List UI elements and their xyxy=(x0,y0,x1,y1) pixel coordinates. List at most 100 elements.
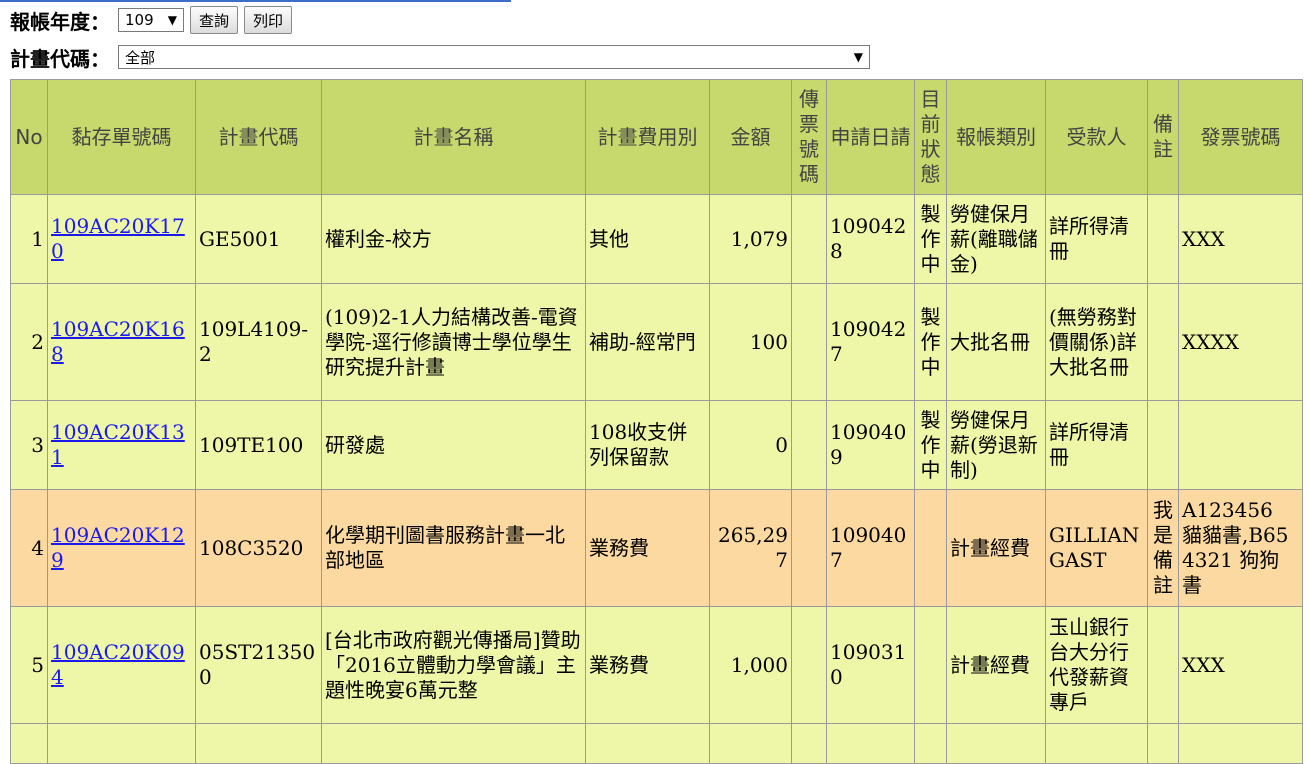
cell-note xyxy=(1147,283,1179,401)
cell-payee: GILLIAN GAST xyxy=(1045,489,1148,607)
cell-code: 108C3520 xyxy=(195,489,322,607)
cell-ticket xyxy=(791,489,827,607)
cell-type: 計畫經費 xyxy=(946,606,1046,724)
cell-ticket xyxy=(791,194,827,284)
cell-code: 109TE100 xyxy=(195,400,322,490)
cell-type: 大批名冊 xyxy=(946,283,1046,401)
voucher-link[interactable]: 109AC20K170 xyxy=(51,214,185,263)
table-row: 2 109AC20K168 109L4109-2 (109)2-1人力結構改善-… xyxy=(10,283,1303,401)
cell-fee: 108收支併列保留款 xyxy=(585,400,710,490)
print-button[interactable]: 列印 xyxy=(244,6,293,34)
col-header-invoice: 發票號碼 xyxy=(1178,79,1303,195)
cell-voucher: 109AC20K129 xyxy=(47,489,196,607)
cell-name xyxy=(321,723,586,764)
cell-name: 化學期刊圖書服務計畫一北部地區 xyxy=(321,489,586,607)
cell-status xyxy=(914,723,947,764)
cell-ticket xyxy=(791,283,827,401)
year-select[interactable]: 109 ▼ xyxy=(118,8,184,32)
table-row: 1 109AC20K170 GE5001 權利金-校方 其他 1,079 109… xyxy=(10,194,1303,284)
cell-type: 計畫經費 xyxy=(946,489,1046,607)
cell-invoice xyxy=(1178,400,1303,490)
cell-date xyxy=(826,723,915,764)
col-header-fee: 計畫費用別 xyxy=(585,79,710,195)
table-header-row: No 黏存單號碼 計畫代碼 計畫名稱 計畫費用別 金額 傳票號碼 申請日請 目前… xyxy=(10,79,1303,195)
query-button[interactable]: 查詢 xyxy=(190,6,239,34)
cell-invoice: XXX xyxy=(1178,194,1303,284)
cell-name: 權利金-校方 xyxy=(321,194,586,284)
dropdown-arrow-icon: ▼ xyxy=(853,50,863,64)
cell-voucher xyxy=(47,723,196,764)
table-row: 4 109AC20K129 108C3520 化學期刊圖書服務計畫一北部地區 業… xyxy=(10,489,1303,607)
cell-voucher: 109AC20K170 xyxy=(47,194,196,284)
cell-payee: 詳所得清冊 xyxy=(1045,194,1148,284)
cell-status xyxy=(914,606,947,724)
cell-code: GE5001 xyxy=(195,194,322,284)
col-header-payee: 受款人 xyxy=(1045,79,1148,195)
cell-note xyxy=(1147,723,1179,764)
cell-invoice: A123456 貓貓書,B654321 狗狗書 xyxy=(1178,489,1303,607)
voucher-link[interactable]: 109AC20K094 xyxy=(51,640,185,689)
cell-note xyxy=(1147,194,1179,284)
cell-no: 3 xyxy=(10,400,48,490)
voucher-link[interactable]: 109AC20K131 xyxy=(51,420,185,469)
cell-payee: 玉山銀行台大分行代發薪資專戶 xyxy=(1045,606,1148,724)
cell-voucher: 109AC20K131 xyxy=(47,400,196,490)
cell-type: 勞健保月薪(離職儲金) xyxy=(946,194,1046,284)
cell-payee: 詳所得清冊 xyxy=(1045,400,1148,490)
col-header-type: 報帳類別 xyxy=(946,79,1046,195)
voucher-link[interactable]: 109AC20K129 xyxy=(51,523,185,572)
cell-no: 4 xyxy=(10,489,48,607)
cell-payee: (無勞務對價關係)詳大批名冊 xyxy=(1045,283,1148,401)
year-label: 報帳年度： xyxy=(10,9,110,34)
col-header-code: 計畫代碼 xyxy=(195,79,322,195)
col-header-status: 目前狀態 xyxy=(914,79,947,195)
cell-note xyxy=(1147,606,1179,724)
plan-select[interactable]: 全部 ▼ xyxy=(118,45,870,69)
top-accent-line xyxy=(0,0,511,2)
voucher-link[interactable]: 109AC20K168 xyxy=(51,317,185,366)
col-header-name: 計畫名稱 xyxy=(321,79,586,195)
cell-fee: 業務費 xyxy=(585,606,710,724)
cell-status: 製作中 xyxy=(914,400,947,490)
cell-no: 2 xyxy=(10,283,48,401)
year-filter-bar: 報帳年度： 109 ▼ 查詢 列印 xyxy=(10,5,293,35)
cell-fee: 業務費 xyxy=(585,489,710,607)
cell-no: 1 xyxy=(10,194,48,284)
cell-date: 1090310 xyxy=(826,606,915,724)
col-header-amount: 金額 xyxy=(709,79,792,195)
cell-voucher: 109AC20K168 xyxy=(47,283,196,401)
cell-note: 我是備註 xyxy=(1147,489,1179,607)
cell-invoice xyxy=(1178,723,1303,764)
cell-status: 製作中 xyxy=(914,283,947,401)
cell-date: 1090407 xyxy=(826,489,915,607)
plan-select-value: 全部 xyxy=(125,48,156,67)
table-row: 3 109AC20K131 109TE100 研發處 108收支併列保留款 0 … xyxy=(10,400,1303,490)
cell-amount: 265,297 xyxy=(709,489,792,607)
voucher-table: No 黏存單號碼 計畫代碼 計畫名稱 計畫費用別 金額 傳票號碼 申請日請 目前… xyxy=(10,79,1303,764)
cell-fee: 其他 xyxy=(585,194,710,284)
plan-label: 計畫代碼： xyxy=(10,46,110,71)
cell-invoice: XXX xyxy=(1178,606,1303,724)
cell-amount: 1,079 xyxy=(709,194,792,284)
cell-date: 1090427 xyxy=(826,283,915,401)
cell-code xyxy=(195,723,322,764)
cell-amount xyxy=(709,723,792,764)
col-header-note: 備註 xyxy=(1147,79,1179,195)
col-header-no: No xyxy=(10,79,48,195)
cell-date: 1090428 xyxy=(826,194,915,284)
cell-status xyxy=(914,489,947,607)
cell-date: 1090409 xyxy=(826,400,915,490)
cell-code: 109L4109-2 xyxy=(195,283,322,401)
dropdown-arrow-icon: ▼ xyxy=(167,13,177,27)
cell-fee: 補助-經常門 xyxy=(585,283,710,401)
cell-code: 05ST213500 xyxy=(195,606,322,724)
cell-no xyxy=(10,723,48,764)
cell-voucher: 109AC20K094 xyxy=(47,606,196,724)
plan-filter-bar: 計畫代碼： 全部 ▼ xyxy=(10,43,870,71)
col-header-date: 申請日請 xyxy=(826,79,915,195)
cell-name: 研發處 xyxy=(321,400,586,490)
cell-ticket xyxy=(791,606,827,724)
cell-invoice: XXXX xyxy=(1178,283,1303,401)
table-row-partial xyxy=(10,723,1303,764)
cell-type: 勞健保月薪(勞退新制) xyxy=(946,400,1046,490)
